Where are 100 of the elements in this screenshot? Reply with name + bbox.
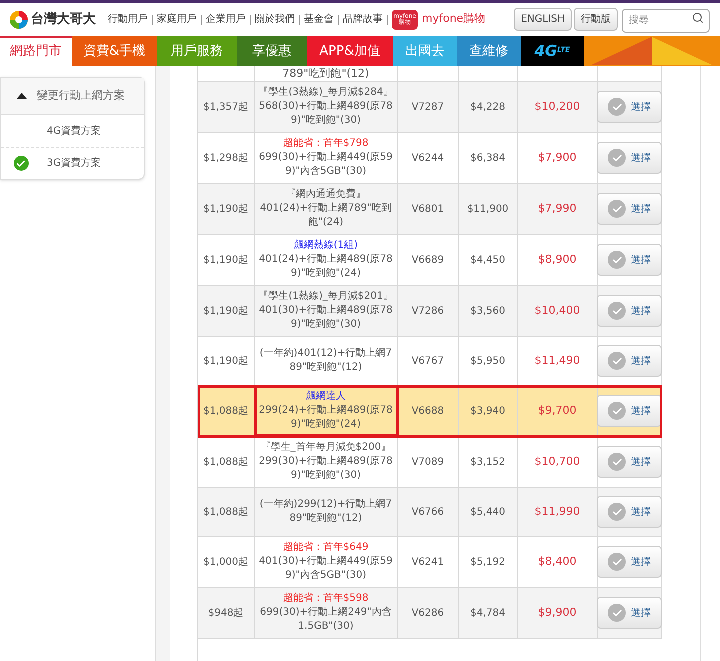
sidebar-header[interactable]: 變更行動上網方案	[1, 78, 144, 115]
nav-tab[interactable]: 查維修	[457, 36, 521, 66]
select-button[interactable]: 選擇	[597, 597, 662, 629]
header-link[interactable]: 行動用戶	[108, 12, 148, 27]
plan-tag: 『學生_首年每月減免$200』	[260, 441, 392, 455]
plan-code: V7286	[412, 304, 444, 318]
plan-price: $9,700	[538, 402, 577, 419]
header-link[interactable]: 關於我們	[255, 12, 295, 27]
search-icon	[692, 12, 704, 24]
plan-text: 699(30)+行動上網249"內含1.5GB"(30)	[259, 606, 393, 634]
plan-code: V7287	[412, 100, 444, 114]
plan-price: $10,400	[534, 302, 580, 319]
header-button[interactable]: ENGLISH	[514, 8, 572, 31]
device-price: $4,228	[470, 100, 506, 114]
select-button[interactable]: 選擇	[597, 446, 662, 478]
price-from-text: $948起	[208, 606, 244, 620]
plan-code: V6244	[412, 152, 444, 166]
plan-price: $10,200	[534, 98, 580, 115]
plan-tag: 超能省：首年$798	[283, 137, 369, 151]
plan-code: V6801	[412, 202, 444, 216]
plan-text: 789"吃到飽"(12)	[282, 67, 370, 81]
device-price: $6,384	[470, 152, 506, 166]
plan-price: $7,900	[538, 150, 577, 166]
select-button[interactable]: 選擇	[597, 295, 662, 327]
price-from-text: $1,088起	[204, 456, 248, 470]
plan-code: V7089	[412, 456, 444, 470]
price-from-text: $1,088起	[204, 404, 248, 418]
select-button[interactable]: 選擇	[597, 193, 662, 225]
nav-tab[interactable]: 用戶服務	[157, 36, 237, 66]
plan-text: 299(24)+行動上網489(原789)"吃到飽"(24)	[258, 404, 394, 432]
plan-tag: 超能省：首年$598	[283, 592, 369, 606]
header-link[interactable]: 企業用戶	[206, 12, 246, 27]
plan-text: 401(24)+行動上網489(原789)"吃到飽"(24)	[258, 253, 394, 281]
device-price: $5,192	[470, 556, 506, 570]
plan-price: $11,490	[534, 352, 580, 369]
plan-text: 401(30)+行動上網489(原789)"吃到飽"(30)	[258, 304, 394, 332]
plan-price: $9,900	[538, 604, 577, 621]
logo-text: 台灣大哥大	[31, 10, 96, 29]
device-price: $5,950	[470, 354, 506, 368]
price-from-text: $1,190起	[204, 304, 248, 318]
plan-price: $10,700	[534, 454, 580, 470]
device-price: $3,940	[470, 404, 506, 418]
plan-code: V6688	[412, 404, 444, 418]
plan-code: V6689	[412, 254, 444, 268]
sidebar-item[interactable]: 4G資費方案	[1, 115, 144, 147]
price-from-text: $1,000起	[204, 556, 248, 570]
select-button[interactable]: 選擇	[597, 546, 662, 578]
search-field[interactable]: 搜尋	[622, 8, 710, 33]
plan-price: $8,900	[538, 252, 577, 268]
plan-tag: 超能省：首年$649	[283, 541, 369, 555]
price-from-text: $1,298起	[204, 152, 248, 166]
plan-price: $8,400	[538, 554, 577, 570]
select-button[interactable]: 選擇	[597, 91, 662, 123]
header-link[interactable]: 品牌故事	[343, 12, 383, 27]
plan-text: (一年約)299(12)+行動上網789"吃到飽"(12)	[258, 498, 394, 526]
plan-text: 401(24)+行動上網789"吃到飽"(24)	[259, 202, 393, 230]
select-button[interactable]: 選擇	[597, 244, 662, 276]
device-price: $4,784	[470, 606, 506, 620]
plan-code: V6286	[412, 606, 444, 620]
plan-text: 568(30)+行動上網489(原789)"吃到飽"(30)	[258, 100, 394, 128]
device-price: $5,440	[470, 506, 506, 520]
plan-text: 299(30)+行動上網489(原789)"吃到飽"(30)	[258, 455, 394, 483]
plan-tag: 飆網達人	[306, 390, 346, 404]
price-from-text: $1,190起	[204, 254, 248, 268]
nav-tab[interactable]: APP&加值	[307, 36, 393, 66]
header-link[interactable]: 基金會	[304, 12, 334, 27]
plan-tag: 『學生(3熱線)_每月減$284』	[258, 86, 394, 100]
nav-tab[interactable]: 享優惠	[237, 36, 307, 66]
sidebar-title: 變更行動上網方案	[37, 88, 125, 104]
nav-tab[interactable]: 資費&手機	[72, 36, 157, 66]
header-button[interactable]: 行動版	[574, 8, 618, 31]
sidebar-item[interactable]: 3G資費方案	[1, 147, 144, 179]
lte-tab[interactable]: 4G$^{LTE}$	[521, 36, 584, 66]
select-button[interactable]: 選擇	[597, 345, 662, 377]
plan-text: (一年約)401(12)+行動上網789"吃到飽"(12)	[258, 347, 394, 375]
plan-text: 699(30)+行動上網449(原599)"內含5GB"(30)	[258, 151, 394, 179]
header-link[interactable]: 家庭用戶	[157, 12, 197, 27]
triangle-graphic-icon	[592, 37, 712, 65]
price-from-text: $1,190起	[204, 354, 248, 368]
plan-tag: 『學生(1熱線)_每月減$201』	[258, 290, 394, 304]
device-price: $3,152	[470, 456, 506, 470]
plan-code: V6766	[412, 506, 444, 520]
price-from-text: $1,190起	[204, 202, 248, 216]
shop-link[interactable]: myfone購物	[422, 11, 486, 28]
plan-code: V6241	[412, 556, 444, 570]
select-button[interactable]: 選擇	[597, 142, 662, 174]
price-from-text: $1,088起	[204, 506, 248, 520]
promo-banner[interactable]	[584, 36, 720, 66]
plan-tag: 『網內通通免費』	[286, 188, 366, 202]
select-button[interactable]: 選擇	[597, 496, 662, 528]
logo-icon	[10, 10, 28, 28]
plan-tag: 飆網熱線(1組)	[294, 239, 358, 253]
device-price: $3,560	[470, 304, 506, 318]
lte-logo-text: 4G$^{LTE}$	[534, 40, 570, 62]
plan-code: V6767	[412, 354, 444, 368]
plan-price: $7,990	[538, 200, 577, 217]
select-button[interactable]: 選擇	[597, 395, 662, 427]
plan-text: 401(30)+行動上網449(原599)"內含5GB"(30)	[258, 555, 394, 583]
device-price: $11,900	[467, 202, 509, 216]
price-from-text: $1,357起	[204, 100, 248, 114]
